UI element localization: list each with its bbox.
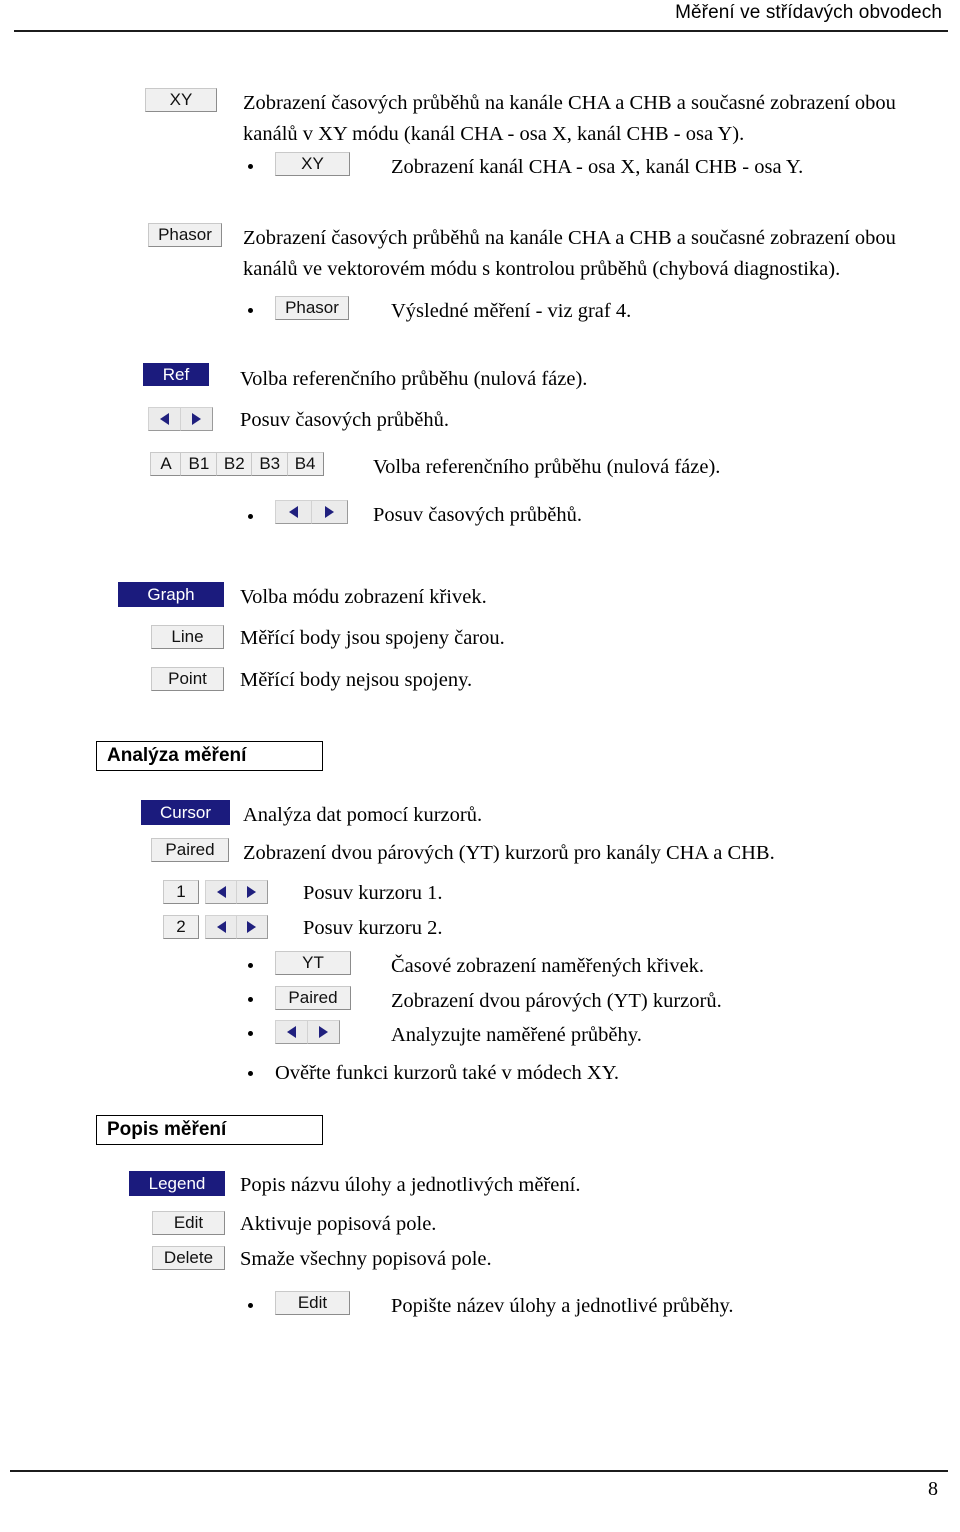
analysis-left-button[interactable] bbox=[275, 1020, 308, 1044]
sub-edit-button[interactable]: Edit bbox=[275, 1291, 350, 1315]
point-button[interactable]: Point bbox=[151, 667, 224, 691]
analysis-right-button[interactable] bbox=[306, 1020, 340, 1044]
phasor-sub-button[interactable]: Phasor bbox=[275, 296, 349, 320]
left-arrow-icon bbox=[289, 506, 298, 518]
left-arrow-icon bbox=[216, 921, 226, 933]
cursor2-arrows[interactable] bbox=[205, 915, 268, 939]
channel-shift-arrows[interactable] bbox=[275, 500, 348, 524]
cursor1-arrows[interactable] bbox=[205, 880, 268, 904]
segment-b4[interactable]: B4 bbox=[286, 452, 324, 476]
channel-description: Volba referenčního průběhu (nulová fáze)… bbox=[373, 456, 721, 478]
bullet-sub-note bbox=[248, 1071, 253, 1076]
footer-divider bbox=[10, 1470, 948, 1472]
ref-shift-description: Posuv časových průběhů. bbox=[240, 409, 449, 431]
left-arrow-icon bbox=[160, 413, 169, 425]
xy-sub-description: Zobrazení kanál CHA - osa X, kanál CHB -… bbox=[391, 156, 804, 178]
left-arrow-icon bbox=[287, 1026, 296, 1038]
graph-button[interactable]: Graph bbox=[118, 582, 224, 607]
cursor-description: Analýza dat pomocí kurzorů. bbox=[243, 804, 483, 826]
segment-b2[interactable]: B2 bbox=[215, 452, 253, 476]
section-analysis-header: Analýza měření bbox=[96, 741, 323, 771]
xy-button[interactable]: XY bbox=[145, 88, 217, 112]
right-arrow-icon bbox=[324, 506, 334, 518]
bullet-yt bbox=[248, 963, 253, 968]
analysis-arrows[interactable] bbox=[275, 1020, 340, 1044]
delete-description: Smaže všechny popisová pole. bbox=[240, 1248, 492, 1270]
bullet-xy-sub bbox=[248, 164, 253, 169]
bullet-channel-shift bbox=[248, 514, 253, 519]
sub-paired-description: Zobrazení dvou párových (YT) kurzorů. bbox=[391, 990, 722, 1012]
edit-button[interactable]: Edit bbox=[152, 1211, 225, 1235]
graph-description: Volba módu zobrazení křivek. bbox=[240, 586, 487, 608]
channel-segment-group[interactable]: A B1 B2 B3 B4 bbox=[150, 452, 324, 476]
sub-edit-description: Popište název úlohy a jednotlivé průběhy… bbox=[391, 1295, 734, 1317]
segment-b3[interactable]: B3 bbox=[251, 452, 289, 476]
paired-button[interactable]: Paired bbox=[151, 838, 229, 862]
line-button[interactable]: Line bbox=[151, 625, 224, 649]
legend-description: Popis názvu úlohy a jednotlivých měření. bbox=[240, 1174, 581, 1196]
page-header: Měření ve střídavých obvodech bbox=[0, 0, 960, 34]
shift-right-button[interactable] bbox=[179, 407, 213, 431]
right-arrow-icon bbox=[191, 413, 201, 425]
bullet-sub-arrows bbox=[248, 1031, 253, 1036]
page-number: 8 bbox=[928, 1478, 938, 1500]
sub-paired-button[interactable]: Paired bbox=[275, 986, 351, 1010]
section-description-header: Popis měření bbox=[96, 1115, 323, 1145]
right-arrow-icon bbox=[247, 921, 256, 933]
phasor-sub-description: Výsledné měření - viz graf 4. bbox=[391, 300, 632, 322]
cursor1-right-button[interactable] bbox=[235, 880, 268, 904]
yt-button[interactable]: YT bbox=[275, 951, 351, 975]
paired-description: Zobrazení dvou párových (YT) kurzorů pro… bbox=[243, 842, 775, 864]
delete-button[interactable]: Delete bbox=[152, 1246, 225, 1270]
cursor2-left-button[interactable] bbox=[205, 915, 237, 939]
cursor1-button[interactable]: 1 bbox=[163, 880, 199, 904]
segment-a[interactable]: A bbox=[150, 452, 182, 476]
point-description: Měřící body nejsou spojeny. bbox=[240, 669, 473, 691]
line-description: Měřící body jsou spojeny čarou. bbox=[240, 627, 505, 649]
analysis-note-description: Ověřte funkci kurzorů také v módech XY. bbox=[275, 1062, 620, 1084]
phasor-description: Zobrazení časových průběhů na kanále CHA… bbox=[243, 227, 896, 280]
bullet-sub-paired bbox=[248, 997, 253, 1002]
bullet-phasor-sub bbox=[248, 308, 253, 313]
channel-shift-description: Posuv časových průběhů. bbox=[373, 504, 582, 526]
yt-description: Časové zobrazení naměřených křivek. bbox=[391, 955, 705, 977]
cursor2-description: Posuv kurzoru 2. bbox=[303, 917, 443, 939]
cursor2-button[interactable]: 2 bbox=[163, 915, 199, 939]
bullet-sub-edit bbox=[248, 1303, 253, 1308]
cursor2-right-button[interactable] bbox=[235, 915, 268, 939]
ref-button[interactable]: Ref bbox=[143, 363, 209, 386]
analysis-arrows-description: Analyzujte naměřené průběhy. bbox=[391, 1024, 642, 1046]
ref-description: Volba referenčního průběhu (nulová fáze)… bbox=[240, 368, 588, 390]
cursor1-left-button[interactable] bbox=[205, 880, 237, 904]
xy-description: Zobrazení časových průběhů na kanále CHA… bbox=[243, 92, 896, 145]
header-divider bbox=[14, 30, 948, 32]
legend-button[interactable]: Legend bbox=[129, 1171, 225, 1196]
shift-left-button[interactable] bbox=[148, 407, 181, 431]
cursor-button[interactable]: Cursor bbox=[141, 800, 230, 825]
left-arrow-icon bbox=[216, 886, 226, 898]
edit-description: Aktivuje popisová pole. bbox=[240, 1213, 437, 1235]
xy-sub-button[interactable]: XY bbox=[275, 152, 350, 176]
section-description-title: Popis měření bbox=[107, 1119, 227, 1140]
page-title: Měření ve střídavých obvodech bbox=[675, 2, 942, 23]
segment-b1[interactable]: B1 bbox=[180, 452, 218, 476]
ref-shift-arrows[interactable] bbox=[148, 407, 213, 431]
channel-shift-left-button[interactable] bbox=[275, 500, 312, 524]
right-arrow-icon bbox=[318, 1026, 328, 1038]
phasor-button[interactable]: Phasor bbox=[148, 223, 222, 247]
right-arrow-icon bbox=[247, 886, 256, 898]
cursor1-description: Posuv kurzoru 1. bbox=[303, 882, 443, 904]
section-analysis-title: Analýza měření bbox=[107, 745, 247, 766]
channel-shift-right-button[interactable] bbox=[310, 500, 348, 524]
